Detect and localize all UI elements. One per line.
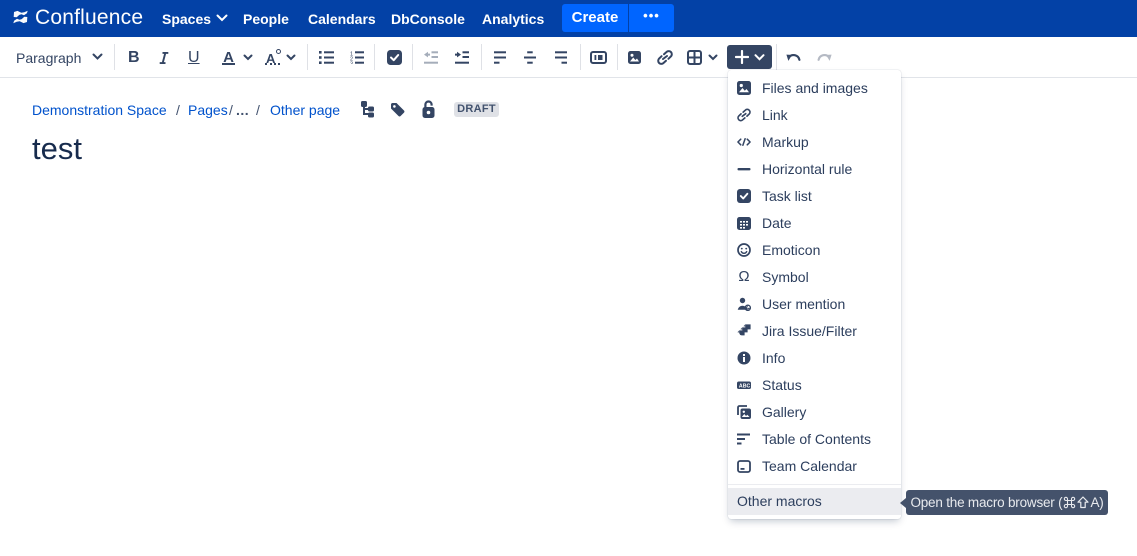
svg-text:3: 3	[350, 62, 353, 65]
svg-text:ABC: ABC	[739, 383, 751, 389]
